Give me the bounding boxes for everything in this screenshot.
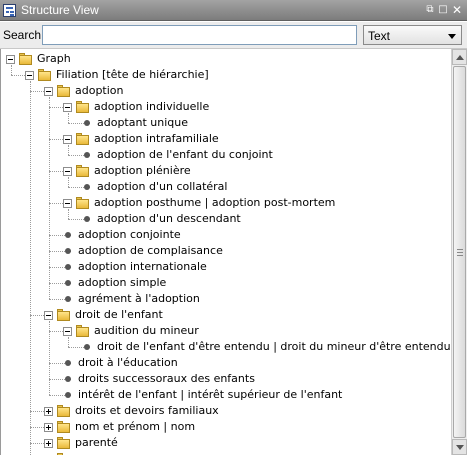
- tree-node[interactable]: adoption: [1, 83, 451, 99]
- tree-node-label[interactable]: droit de l'enfant d'être entendu | droit…: [97, 340, 451, 353]
- collapse-icon[interactable]: [63, 199, 72, 208]
- folder-icon: [57, 85, 70, 97]
- tree-node-label[interactable]: adoption posthume | adoption post-mortem: [94, 196, 335, 209]
- tree-node-label[interactable]: adoption de l'enfant du conjoint: [97, 148, 273, 161]
- collapse-icon[interactable]: [44, 311, 53, 320]
- search-input[interactable]: [42, 25, 357, 45]
- expand-icon[interactable]: [44, 423, 53, 432]
- tree-node-label[interactable]: Graph: [37, 52, 71, 65]
- tree-node-label[interactable]: adoption d'un descendant: [97, 212, 241, 225]
- bullet-icon: [84, 120, 90, 126]
- folder-icon: [57, 421, 70, 433]
- search-bar: Search Text: [0, 22, 467, 49]
- tree-node[interactable]: intérêt de l'enfant | intérêt supérieur …: [1, 387, 451, 403]
- structure-view-window: Structure View ⧉ □ ✕ Search Text Graph Fi…: [0, 0, 467, 455]
- folder-icon: [38, 69, 51, 81]
- tree-node[interactable]: adoption de complaisance: [1, 243, 451, 259]
- tree-node-label[interactable]: droits et devoirs familiaux: [75, 404, 219, 417]
- tree-node[interactable]: Filiation [tête de hiérarchie]: [1, 67, 451, 83]
- tree-node-label[interactable]: adoption conjointe: [78, 228, 181, 241]
- tree-node-label[interactable]: droit à l'éducation: [78, 356, 178, 369]
- tree-node-label[interactable]: audition du mineur: [94, 324, 199, 337]
- folder-icon: [76, 133, 89, 145]
- tree-node[interactable]: droit de l'enfant: [1, 307, 451, 323]
- tree-node[interactable]: [1, 451, 451, 455]
- expand-icon[interactable]: [44, 407, 53, 416]
- tree-node[interactable]: adoption conjointe: [1, 227, 451, 243]
- tree-node-label[interactable]: adoption d'un collatéral: [97, 180, 227, 193]
- tree-node[interactable]: agrément à l'adoption: [1, 291, 451, 307]
- tree-node-label[interactable]: adoption internationale: [78, 260, 207, 273]
- folder-icon: [19, 53, 32, 65]
- folder-icon: [76, 325, 89, 337]
- structure-tree[interactable]: Graph Filiation [tête de hiérarchie] adopt…: [0, 49, 451, 455]
- scroll-up-icon[interactable]: [452, 49, 467, 65]
- tree-node-label[interactable]: adoption de complaisance: [78, 244, 223, 257]
- window-title: Structure View: [21, 3, 99, 17]
- tree-node-label[interactable]: adoption plénière: [94, 164, 191, 177]
- tree-node[interactable]: droit à l'éducation: [1, 355, 451, 371]
- collapse-icon[interactable]: [63, 135, 72, 144]
- maximize-icon[interactable]: □: [437, 4, 449, 16]
- bullet-icon: [65, 232, 71, 238]
- tree-node-label[interactable]: droit de l'enfant: [75, 308, 163, 321]
- folder-icon: [76, 165, 89, 177]
- tree-node-label[interactable]: adoption: [75, 84, 124, 97]
- title-bar[interactable]: Structure View ⧉ □ ✕: [0, 0, 467, 21]
- tree-node-label[interactable]: Filiation [tête de hiérarchie]: [56, 68, 209, 81]
- scrollbar-thumb[interactable]: [453, 66, 466, 438]
- collapse-icon[interactable]: [63, 167, 72, 176]
- grip-icon: [457, 249, 463, 256]
- bullet-icon: [65, 280, 71, 286]
- bullet-icon: [65, 264, 71, 270]
- bullet-icon: [65, 376, 71, 382]
- tree-node[interactable]: droits successoraux des enfants: [1, 371, 451, 387]
- collapse-icon[interactable]: [63, 327, 72, 336]
- collapse-icon[interactable]: [63, 103, 72, 112]
- tree-node-label[interactable]: intérêt de l'enfant | intérêt supérieur …: [78, 388, 342, 401]
- chevron-down-icon[interactable]: [448, 34, 456, 39]
- tree-node-label[interactable]: adoption intrafamiliale: [94, 132, 219, 145]
- restore-icon[interactable]: ⧉: [424, 4, 436, 16]
- vertical-scrollbar[interactable]: [451, 49, 467, 455]
- tree-node-label[interactable]: adoptant unique: [97, 116, 188, 129]
- folder-icon: [57, 405, 70, 417]
- search-label: Search: [3, 28, 42, 42]
- bullet-icon: [65, 248, 71, 254]
- tree-node[interactable]: parenté: [1, 435, 451, 451]
- structure-view-icon: [3, 4, 16, 17]
- bullet-icon: [84, 152, 90, 158]
- bullet-icon: [84, 184, 90, 190]
- bullet-icon: [84, 216, 90, 222]
- tree-node-label[interactable]: nom et prénom | nom: [75, 420, 195, 433]
- bullet-icon: [65, 360, 71, 366]
- folder-icon: [57, 309, 70, 321]
- collapse-icon[interactable]: [6, 55, 15, 64]
- tree-node-label[interactable]: parenté: [75, 436, 118, 449]
- tree-node-label[interactable]: agrément à l'adoption: [78, 292, 200, 305]
- tree-node-label[interactable]: droits successoraux des enfants: [78, 372, 255, 385]
- tree-node-label[interactable]: adoption individuelle: [94, 100, 209, 113]
- tree-node[interactable]: droits et devoirs familiaux: [1, 403, 451, 419]
- folder-icon: [76, 197, 89, 209]
- tree-node[interactable]: nom et prénom | nom: [1, 419, 451, 435]
- close-icon[interactable]: ✕: [451, 4, 463, 16]
- expand-icon[interactable]: [44, 439, 53, 448]
- tree-node-label[interactable]: adoption simple: [78, 276, 166, 289]
- bullet-icon: [65, 296, 71, 302]
- search-type-select[interactable]: Text: [363, 25, 462, 45]
- bullet-icon: [65, 392, 71, 398]
- search-type-value: Text: [368, 29, 391, 43]
- bullet-icon: [84, 344, 90, 350]
- folder-icon: [57, 437, 70, 449]
- collapse-icon[interactable]: [25, 71, 34, 80]
- tree-node[interactable]: adoption internationale: [1, 259, 451, 275]
- folder-icon: [76, 101, 89, 113]
- collapse-icon[interactable]: [44, 87, 53, 96]
- tree-node[interactable]: Graph: [1, 51, 451, 67]
- tree-node[interactable]: adoption simple: [1, 275, 451, 291]
- scroll-down-icon[interactable]: [452, 439, 467, 455]
